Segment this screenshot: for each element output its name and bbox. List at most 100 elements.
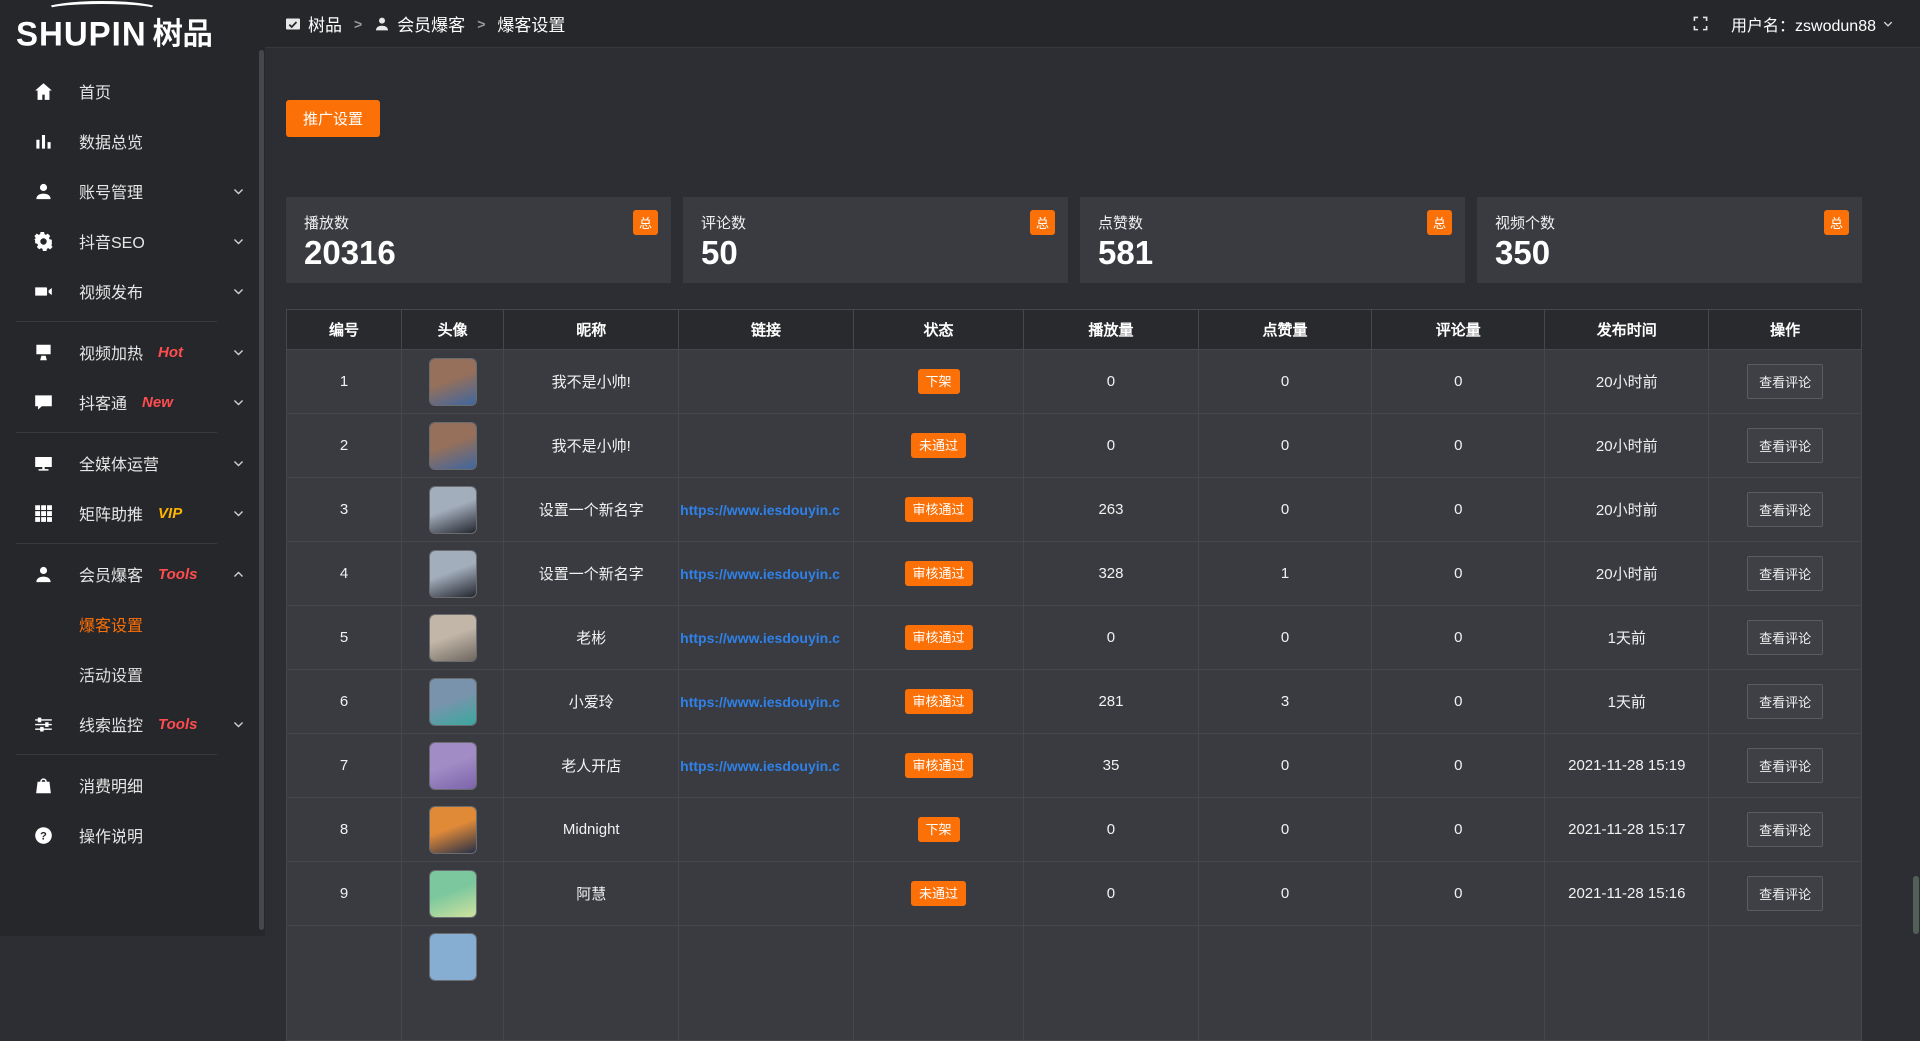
user-icon [34, 565, 53, 584]
status-badge: 审核通过 [905, 497, 973, 522]
sidebar-item-member[interactable]: 会员爆客 Tools [0, 549, 265, 599]
cell-plays: 0 [1024, 414, 1199, 478]
sidebar-divider [16, 543, 217, 544]
cell-avatar [401, 670, 503, 734]
svg-text:?: ? [40, 830, 47, 842]
sidebar-item-douyin-seo[interactable]: 抖音SEO [0, 216, 265, 266]
cell-link: https://www.iesdouyin.c [679, 670, 854, 734]
sidebar-subitem-activity-settings[interactable]: 活动设置 [0, 649, 265, 699]
sidebar-item-clue[interactable]: 线索监控Tools [0, 699, 265, 749]
chevron-down-icon [232, 396, 245, 409]
topbar-right: 用户名：zswodun88 [1692, 12, 1894, 36]
sidebar-item-publish[interactable]: 视频发布 [0, 266, 265, 316]
chevron-down-icon [232, 235, 245, 248]
sidebar-item-label: 视频加热 [79, 340, 143, 364]
table-row: 1我不是小帅!下架00020小时前查看评论 [287, 350, 1862, 414]
cell-likes: 0 [1198, 414, 1371, 478]
cell-nickname: 我不是小帅! [504, 350, 679, 414]
cell-link: https://www.iesdouyin.c [679, 734, 854, 798]
cell-link [679, 862, 854, 926]
cell-comments: 0 [1372, 798, 1545, 862]
home-icon [34, 82, 53, 101]
cell-number: 8 [287, 798, 402, 862]
sidebar-item-label: 会员爆客 [79, 562, 143, 586]
cell-likes: 0 [1198, 478, 1371, 542]
cell-status: 审核通过 [853, 734, 1023, 798]
avatar [430, 807, 476, 853]
sidebar-item-heat[interactable]: 视频加热Hot [0, 327, 265, 377]
view-comments-button[interactable]: 查看评论 [1747, 428, 1823, 463]
cell-comments [1372, 926, 1545, 1041]
panel-icon [285, 16, 301, 32]
video-link[interactable]: https://www.iesdouyin.c [679, 502, 853, 518]
view-comments-button[interactable]: 查看评论 [1747, 876, 1823, 911]
view-comments-button[interactable]: 查看评论 [1747, 492, 1823, 527]
table-row: 6小爱玲https://www.iesdouyin.c审核通过281301天前查… [287, 670, 1862, 734]
view-comments-button[interactable]: 查看评论 [1747, 556, 1823, 591]
sidebar-item-data[interactable]: 数据总览 [0, 116, 265, 166]
cell-status: 未通过 [853, 414, 1023, 478]
cell-comments: 0 [1372, 670, 1545, 734]
sidebar-item-douketong[interactable]: 抖客通New [0, 377, 265, 427]
sidebar-item-media[interactable]: 全媒体运营 [0, 438, 265, 488]
sidebar-item-help[interactable]: ? 操作说明 [0, 810, 265, 860]
video-link[interactable]: https://www.iesdouyin.c [679, 694, 853, 710]
view-comments-button[interactable]: 查看评论 [1747, 812, 1823, 847]
cell-avatar [401, 542, 503, 606]
table-header-row: 编号头像昵称链接状态播放量点赞量评论量发布时间操作 [287, 310, 1862, 350]
column-header: 昵称 [504, 310, 679, 350]
stat-label: 播放数 [304, 212, 671, 233]
sidebar-item-label: 首页 [79, 79, 111, 103]
sidebar-item-badge: Tools [158, 566, 197, 583]
sidebar-item-label: 矩阵助推 [79, 501, 143, 525]
sidebar-item-matrix[interactable]: 矩阵助推 VIP [0, 488, 265, 538]
status-badge: 下架 [918, 369, 960, 394]
sidebar-scrollbar[interactable] [259, 50, 264, 930]
video-link[interactable]: https://www.iesdouyin.c [679, 630, 853, 646]
cell-plays: 35 [1024, 734, 1199, 798]
sidebar-item-label: 操作说明 [79, 823, 143, 847]
view-comments-button[interactable]: 查看评论 [1747, 748, 1823, 783]
user-menu[interactable]: 用户名：zswodun88 [1731, 12, 1894, 36]
cell-number [287, 926, 402, 1041]
breadcrumb-separator: > [477, 16, 485, 32]
status-badge: 下架 [918, 817, 960, 842]
breadcrumb-item-shupin[interactable]: 树品 [285, 11, 342, 36]
sidebar-item-label: 视频发布 [79, 279, 143, 303]
cell-link [679, 414, 854, 478]
sidebar-item-label: 全媒体运营 [79, 451, 159, 475]
sidebar-item-account[interactable]: 账号管理 [0, 166, 265, 216]
promo-settings-button[interactable]: 推广设置 [286, 100, 380, 137]
table-row [287, 926, 1862, 1041]
breadcrumb-item-member[interactable]: 会员爆客 [374, 11, 465, 36]
sidebar-subitem-baoke-settings[interactable]: 爆客设置 [0, 599, 265, 649]
stat-value: 350 [1495, 236, 1862, 271]
chevron-down-icon [232, 346, 245, 359]
sidebar: SHUPIN 树品 首页数据总览账号管理抖音SEO视频发布视频加热Hot抖客通N… [0, 0, 265, 936]
page-scrollbar[interactable] [1913, 876, 1919, 934]
status-badge: 审核通过 [905, 689, 973, 714]
sidebar-divider [16, 754, 217, 755]
cell-plays: 0 [1024, 606, 1199, 670]
stat-value: 581 [1098, 236, 1465, 271]
view-comments-button[interactable]: 查看评论 [1747, 620, 1823, 655]
sidebar-item-consume[interactable]: 消费明细 [0, 760, 265, 810]
video-link[interactable]: https://www.iesdouyin.c [679, 566, 853, 582]
cell-plays: 0 [1024, 350, 1199, 414]
sidebar-item-label: 抖音SEO [79, 229, 145, 253]
breadcrumb-label: 会员爆客 [397, 11, 465, 36]
fullscreen-icon[interactable] [1692, 15, 1709, 32]
avatar [430, 359, 476, 405]
cell-time: 20小时前 [1545, 350, 1709, 414]
video-link[interactable]: https://www.iesdouyin.c [679, 758, 853, 774]
user-icon [34, 182, 53, 201]
sidebar-item-badge: New [142, 394, 173, 411]
sidebar-item-badge: VIP [158, 505, 182, 522]
sidebar-item-home[interactable]: 首页 [0, 66, 265, 116]
cell-actions: 查看评论 [1709, 734, 1862, 798]
view-comments-button[interactable]: 查看评论 [1747, 684, 1823, 719]
table-row: 7老人开店https://www.iesdouyin.c审核通过35002021… [287, 734, 1862, 798]
cell-nickname [504, 926, 679, 1041]
chevron-down-icon [232, 718, 245, 731]
view-comments-button[interactable]: 查看评论 [1747, 364, 1823, 399]
